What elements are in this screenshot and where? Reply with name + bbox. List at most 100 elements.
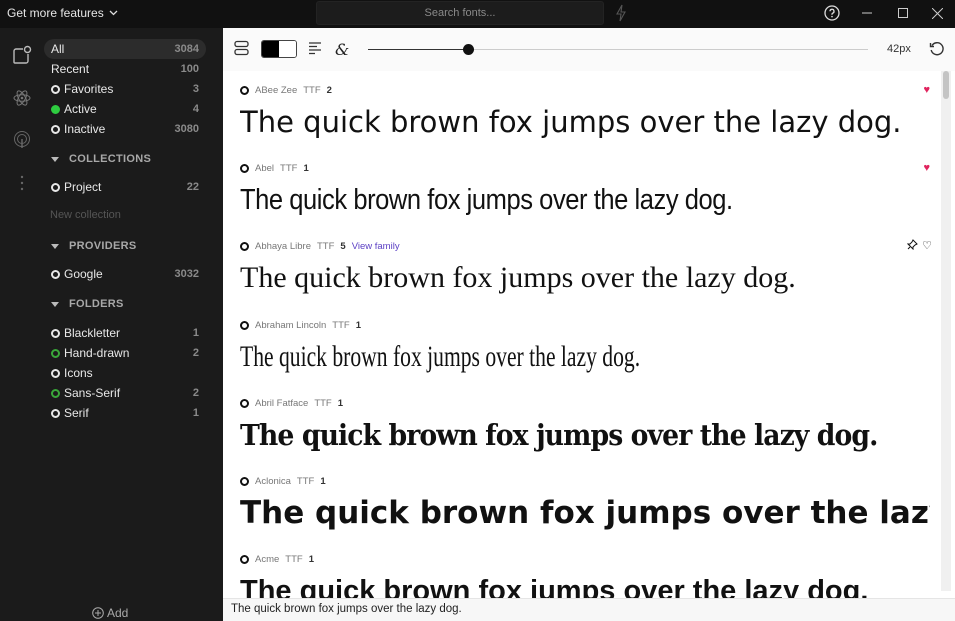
collapse-triangle-icon	[51, 156, 59, 162]
font-sample: The quick brown fox jumps over the lazy …	[240, 575, 869, 598]
theme-toggle[interactable]	[261, 40, 297, 58]
preview-text-bar	[223, 598, 955, 621]
folders-header-label: FOLDERS	[69, 298, 124, 310]
providers-header[interactable]: PROVIDERS	[51, 240, 137, 252]
sidebar-item-active[interactable]: Active 4	[44, 99, 206, 119]
font-sample: The quick brown fox jumps over the lazy …	[240, 495, 930, 531]
view-family-link[interactable]: View family	[352, 241, 400, 252]
sidebar-item-label: Hand-drawn	[64, 346, 130, 360]
activate-toggle[interactable]	[240, 320, 249, 330]
activate-toggle[interactable]	[240, 241, 249, 251]
sidebar-item-inactive[interactable]: Inactive 3080	[44, 119, 206, 139]
font-size-slider-thumb[interactable]	[463, 44, 474, 55]
sidebar-item-favorites[interactable]: Favorites 3	[44, 79, 206, 99]
collections-header[interactable]: COLLECTIONS	[51, 153, 151, 165]
reset-icon[interactable]	[929, 41, 945, 57]
favorite-heart-icon[interactable]: ♥	[923, 84, 930, 96]
font-meta: Abhaya Libre TTF 5 View family	[240, 239, 940, 253]
maximize-button[interactable]	[892, 3, 914, 23]
add-button[interactable]: Add	[92, 606, 128, 620]
active-dot-icon	[51, 104, 60, 114]
sidebar-item-label: Serif	[64, 406, 89, 420]
new-collection-input[interactable]: New collection	[50, 209, 121, 221]
sidebar-item-count: 4	[192, 103, 199, 115]
font-item[interactable]: Acme TTF 1 The quick brown fox jumps ove…	[240, 552, 940, 598]
library-nav-button[interactable]	[11, 44, 33, 66]
activate-toggle[interactable]	[240, 554, 249, 564]
status-ring-icon	[51, 328, 60, 338]
help-button[interactable]	[821, 3, 843, 23]
search-fonts-input[interactable]: Search fonts...	[316, 1, 604, 25]
sidebar-item-blackletter[interactable]: Blackletter 1	[44, 323, 206, 343]
sidebar-item-label: Google	[64, 267, 103, 281]
sidebar-item-recent[interactable]: Recent 100	[44, 59, 206, 79]
font-style-count: 1	[308, 553, 315, 565]
font-style-count: 1	[337, 397, 344, 409]
pin-icon[interactable]	[906, 239, 918, 253]
sidebar-item-label: Active	[64, 102, 97, 116]
font-item[interactable]: Abel TTF 1 ♥ The quick brown fox jumps o…	[240, 161, 940, 219]
atom-icon	[13, 90, 31, 106]
sidebar-item-count: 3084	[174, 43, 199, 55]
align-left-icon[interactable]	[308, 42, 322, 55]
minimize-button[interactable]	[856, 3, 878, 23]
font-item[interactable]: Abhaya Libre TTF 5 View family ♡ The qui…	[240, 239, 940, 297]
font-meta: ABee Zee TTF 2	[240, 83, 940, 97]
font-style-count: 1	[355, 319, 362, 331]
font-item[interactable]: Abraham Lincoln TTF 1 The quick brown fo…	[240, 318, 940, 376]
partial-active-ring-icon	[51, 388, 60, 398]
font-format: TTF	[316, 240, 335, 252]
sidebar-item-icons[interactable]: Icons	[44, 363, 206, 383]
font-item[interactable]: Aclonica TTF 1 The quick brown fox jumps…	[240, 474, 940, 532]
icon-rail	[0, 28, 44, 621]
font-style-count: 2	[326, 84, 332, 96]
status-ring-icon	[51, 408, 60, 418]
favorite-heart-icon[interactable]: ♥	[923, 162, 930, 174]
sidebar-item-count: 3	[192, 83, 199, 95]
scrollbar-thumb[interactable]	[943, 71, 949, 99]
font-format: TTF	[285, 553, 303, 565]
favorite-outline-heart-icon[interactable]: ♡	[922, 239, 932, 253]
sidebar-item-label: Icons	[64, 366, 93, 380]
sidebar-item-count: 2	[192, 347, 199, 359]
scrollbar[interactable]	[941, 71, 951, 591]
lightning-icon[interactable]	[614, 4, 628, 22]
sidebar-item-label: Recent	[51, 62, 90, 76]
font-item[interactable]: Abril Fatface TTF 1 The quick brown fox …	[240, 396, 940, 454]
broadcast-nav-button[interactable]	[11, 129, 33, 151]
font-meta: Abraham Lincoln TTF 1	[240, 318, 940, 332]
main-panel: & 42px ABee Zee TTF 2 ♥ The quick brown …	[223, 28, 955, 621]
more-nav-button[interactable]	[11, 172, 33, 194]
integrations-nav-button[interactable]	[11, 87, 33, 109]
sidebar-item-serif[interactable]: Serif 1	[44, 403, 206, 423]
font-item[interactable]: ABee Zee TTF 2 ♥ The quick brown fox jum…	[240, 83, 940, 141]
folders-header[interactable]: FOLDERS	[51, 298, 124, 310]
sidebar-item-google[interactable]: Google 3032	[44, 264, 206, 284]
activate-toggle[interactable]	[240, 163, 249, 173]
sidebar-item-sans-serif[interactable]: Sans-Serif 2	[44, 383, 206, 403]
sidebar-item-hand-drawn[interactable]: Hand-drawn 2	[44, 343, 206, 363]
dark-swatch	[262, 41, 279, 57]
maximize-icon	[898, 8, 908, 18]
sidebar-item-label: Sans-Serif	[64, 386, 121, 400]
font-style-count: 5	[340, 240, 346, 252]
activate-toggle[interactable]	[240, 398, 249, 408]
preview-text-input[interactable]	[231, 603, 931, 615]
activate-toggle[interactable]	[240, 476, 249, 486]
partial-active-ring-icon	[51, 348, 60, 358]
sidebar-item-all[interactable]: All 3084	[44, 39, 206, 59]
sidebar-item-count: 1	[192, 407, 199, 419]
layout-toggle-icon[interactable]	[234, 40, 249, 56]
sidebar-item-count: 3080	[174, 123, 199, 135]
sidebar-item-project[interactable]: Project 22	[44, 177, 206, 197]
glyphs-ampersand-icon[interactable]: &	[334, 40, 350, 58]
activate-toggle[interactable]	[240, 85, 249, 95]
font-meta: Acme TTF 1	[240, 552, 940, 566]
get-more-features-menu[interactable]: Get more features	[7, 6, 118, 20]
sidebar-item-count: 100	[180, 63, 199, 75]
font-name: Abril Fatface	[255, 397, 309, 409]
font-sample: The quick brown fox jumps over the lazy …	[240, 418, 878, 452]
collapse-triangle-icon	[51, 243, 59, 249]
close-button[interactable]	[926, 3, 948, 23]
font-name: Abraham Lincoln	[255, 319, 327, 331]
